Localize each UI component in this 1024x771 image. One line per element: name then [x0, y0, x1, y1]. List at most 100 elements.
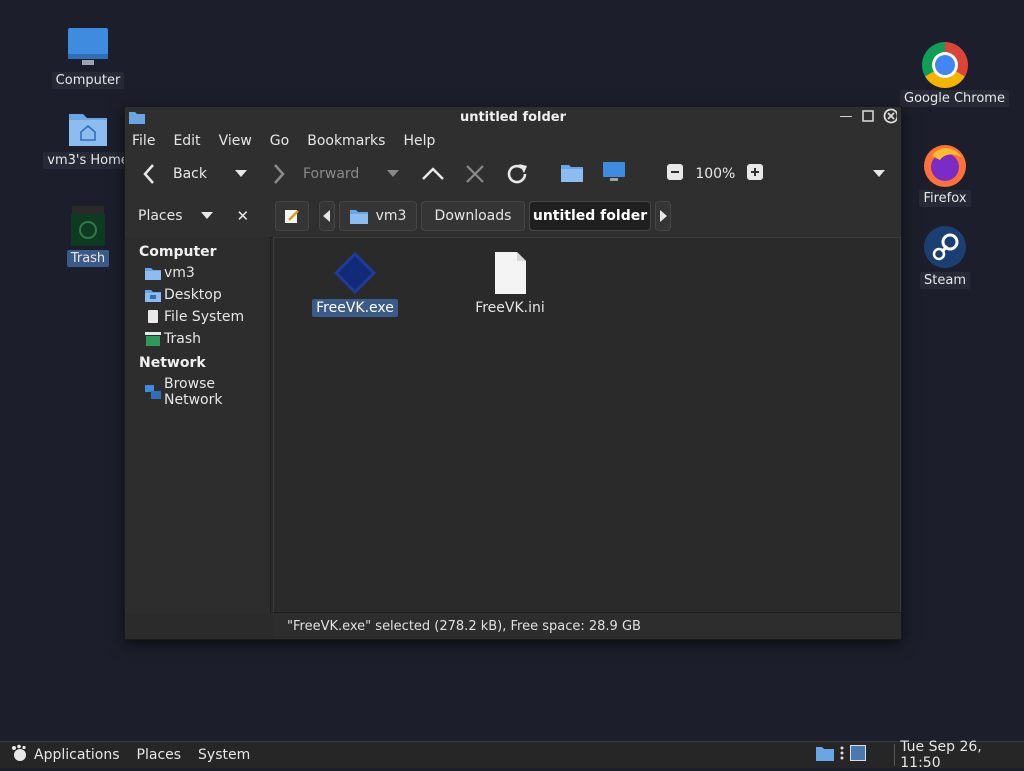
menu-bookmarks[interactable]: Bookmarks [307, 133, 385, 149]
menu-view[interactable]: View [219, 133, 252, 149]
taskbar-menu-applications[interactable]: Applications [34, 747, 120, 763]
trash-icon [66, 204, 110, 248]
desktop-icon-chrome[interactable]: Google Chrome [900, 42, 1009, 107]
workspace-switcher-icon[interactable] [850, 745, 867, 765]
places-selector[interactable]: Places ✕ [125, 207, 265, 225]
sidebar-item-trash[interactable]: Trash [125, 328, 270, 350]
desktop-icon-home[interactable]: vm3's Home [43, 106, 133, 169]
chevron-down-icon [200, 212, 213, 219]
desktop-icon-label: Computer [51, 72, 125, 89]
breadcrumb-vm3[interactable]: vm3 [339, 201, 417, 231]
sidebar-item-vm3[interactable]: vm3 [125, 262, 270, 284]
file-name-label: FreeVK.exe [312, 299, 398, 317]
breadcrumb-downloads[interactable]: Downloads [421, 201, 525, 231]
zoom-out-icon[interactable] [667, 164, 684, 184]
back-arrow-icon [143, 164, 154, 184]
desktop-icon-firefox[interactable]: Firefox [900, 142, 990, 207]
desktop-icon-label: Google Chrome [900, 90, 1009, 107]
content-area: Computer vm3 Desktop File System Trash N… [125, 237, 901, 613]
separator-handle-icon [840, 745, 844, 765]
file-view[interactable]: FreeVK.exe FreeVK.ini [273, 237, 901, 613]
breadcrumb-label: Downloads [434, 208, 512, 224]
sidebar-item-file-system[interactable]: File System [125, 306, 270, 328]
file-name-label: FreeVK.ini [475, 300, 545, 316]
desktop-icon-trash[interactable]: Trash [43, 204, 133, 267]
chrome-icon [922, 42, 968, 88]
trash-icon [145, 332, 161, 346]
computer-icon[interactable] [603, 162, 626, 186]
maximize-icon[interactable] [861, 109, 875, 123]
up-arrow-icon[interactable] [421, 166, 445, 182]
executable-icon [332, 250, 378, 296]
sidebar-item-browse-network[interactable]: Browse Network [125, 373, 270, 411]
home-folder-icon [66, 106, 110, 150]
places-label: Places [138, 208, 183, 224]
taskbar-menu-places[interactable]: Places [137, 747, 182, 763]
stop-icon[interactable] [465, 164, 485, 184]
forward-arrow-icon [274, 164, 285, 184]
zoom-level: 100% [695, 166, 736, 182]
clock[interactable]: Tue Sep 26, 11:50 [900, 739, 1024, 771]
file-manager-window: untitled folder — File Edit View Go Book… [124, 106, 902, 640]
close-sidebar-icon[interactable]: ✕ [237, 207, 250, 225]
text-file-icon [487, 250, 533, 296]
file-item-freevk-ini[interactable]: FreeVK.ini [455, 250, 565, 317]
taskbar: Applications Places System Tue Sep 26, 1… [0, 739, 1024, 771]
breadcrumb-scroll-left[interactable] [319, 201, 335, 231]
sidebar-item-desktop[interactable]: Desktop [125, 284, 270, 306]
menu-go[interactable]: Go [270, 133, 289, 149]
sidebar-item-label: vm3 [164, 265, 195, 281]
network-icon [145, 385, 161, 399]
edit-location-icon [285, 210, 299, 223]
home-folder-icon [349, 210, 368, 224]
sidebar-heading-computer: Computer [139, 244, 217, 260]
window-title: untitled folder [459, 110, 567, 125]
places-sidebar: Computer vm3 Desktop File System Trash N… [125, 237, 271, 613]
sidebar-heading-network: Network [139, 355, 206, 371]
forward-label: Forward [303, 166, 360, 182]
sidebar-item-label: Browse Network [164, 376, 223, 408]
toggle-location-entry-button[interactable] [275, 201, 309, 231]
minimize-icon[interactable]: — [839, 109, 853, 124]
back-button[interactable]: Back [141, 162, 207, 186]
sidebar-item-label: File System [164, 309, 245, 325]
forward-button[interactable]: Forward [271, 162, 359, 186]
reload-icon[interactable] [505, 162, 529, 186]
desktop-icon-label: Trash [66, 250, 110, 267]
home-folder-icon[interactable] [561, 162, 584, 186]
breadcrumb-label: untitled folder [532, 208, 648, 224]
breadcrumb-untitled-folder[interactable]: untitled folder [529, 201, 651, 231]
desktop-icon-computer[interactable]: Computer [43, 26, 133, 89]
firefox-icon [922, 142, 968, 188]
menu-help[interactable]: Help [403, 133, 435, 149]
file-item-freevk-exe[interactable]: FreeVK.exe [300, 250, 410, 317]
close-icon[interactable] [883, 108, 897, 124]
chevron-left-icon [323, 210, 330, 222]
titlebar[interactable]: untitled folder — [125, 107, 901, 129]
menu-file[interactable]: File [132, 133, 155, 149]
location-bar: Places ✕ vm3 Downloads untitled folder [125, 195, 901, 238]
computer-icon [66, 26, 110, 70]
back-history-dropdown-icon[interactable] [235, 170, 247, 178]
chevron-right-icon [660, 210, 667, 222]
desktop-icon-label: vm3's Home [43, 152, 133, 169]
menubar: File Edit View Go Bookmarks Help [125, 129, 901, 153]
breadcrumb-scroll-right[interactable] [655, 201, 671, 231]
menu-edit[interactable]: Edit [173, 133, 200, 149]
toolbar: Back Forward 100% [125, 153, 901, 195]
desktop-icon-label: Steam [920, 272, 970, 289]
window-list-folder-icon[interactable] [816, 745, 835, 765]
back-label: Back [173, 166, 207, 182]
taskbar-menu-system[interactable]: System [198, 747, 250, 763]
desktop-icon-steam[interactable]: Steam [900, 224, 990, 289]
forward-history-dropdown-icon[interactable] [387, 170, 400, 178]
status-text: "FreeVK.exe" selected (278.2 kB), Free s… [287, 618, 641, 634]
gnome-foot-icon[interactable] [10, 744, 28, 766]
zoom-in-icon[interactable] [747, 164, 764, 184]
desktop-folder-icon [145, 288, 161, 302]
sidebar-item-label: Desktop [164, 287, 222, 303]
toolbar-overflow-dropdown-icon[interactable] [873, 170, 885, 178]
status-bar: "FreeVK.exe" selected (278.2 kB), Free s… [273, 612, 901, 639]
steam-icon [922, 224, 968, 270]
breadcrumb-label: vm3 [375, 208, 407, 224]
